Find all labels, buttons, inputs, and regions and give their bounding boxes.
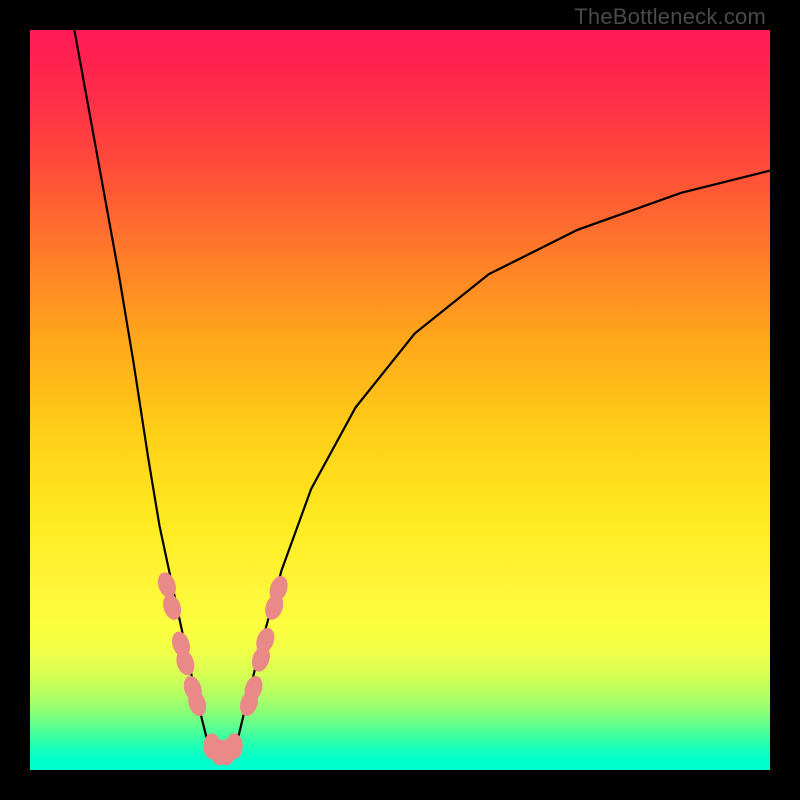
curve-right-branch bbox=[236, 171, 770, 748]
bead-left bbox=[160, 592, 184, 622]
watermark-text: TheBottleneck.com bbox=[574, 4, 766, 30]
bead-markers bbox=[155, 570, 291, 765]
chart-svg bbox=[30, 30, 770, 770]
plot-area bbox=[30, 30, 770, 770]
bead-bottom bbox=[226, 733, 243, 759]
curve-left-branch bbox=[74, 30, 209, 748]
